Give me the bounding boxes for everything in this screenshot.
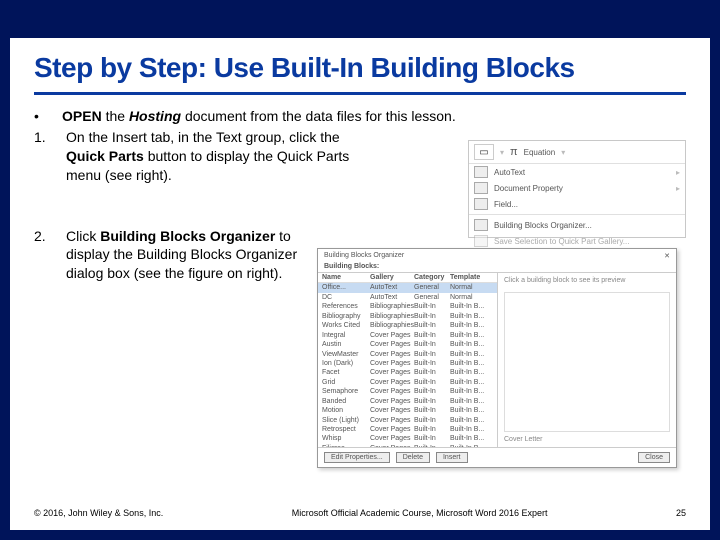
- table-row[interactable]: FacetCover PagesBuilt-InBuilt-In B...: [318, 368, 497, 377]
- table-row[interactable]: RetrospectCover PagesBuilt-InBuilt-In B.…: [318, 425, 497, 434]
- bbo-icon: [474, 219, 488, 231]
- delete-button[interactable]: Delete: [396, 452, 430, 463]
- table-row[interactable]: Slice (Light)Cover PagesBuilt-InBuilt-In…: [318, 416, 497, 425]
- table-row[interactable]: DCAutoTextGeneralNormal: [318, 293, 497, 302]
- menu-item-field[interactable]: Field...: [469, 196, 685, 212]
- open-word: OPEN: [62, 108, 102, 124]
- table-row[interactable]: BibliographyBibliographiesBuilt-InBuilt-…: [318, 312, 497, 321]
- bullet-marker: [34, 107, 62, 126]
- table-row[interactable]: MotionCover PagesBuilt-InBuilt-In B...: [318, 406, 497, 415]
- slide-number: 25: [676, 508, 686, 518]
- slide-content: Step by Step: Use Built-In Building Bloc…: [10, 38, 710, 530]
- preview-hint: Click a building block to see its previe…: [504, 277, 625, 284]
- step-2-text: Click Building Blocks Organizer to displ…: [62, 227, 312, 284]
- pi-icon: π: [510, 146, 518, 158]
- table-row[interactable]: BandedCover PagesBuilt-InBuilt-In B...: [318, 397, 497, 406]
- bullet-open: OPEN the Hosting document from the data …: [34, 107, 686, 126]
- menu-item-docprop[interactable]: Document Property▸: [469, 180, 685, 196]
- docprop-icon: [474, 182, 488, 194]
- quick-parts-menu: ▭ ▾ π Equation ▾ AutoText▸ Document Prop…: [468, 140, 686, 238]
- step-1-text: On the Insert tab, in the Text group, cl…: [62, 128, 372, 185]
- building-blocks-organizer-dialog: Building Blocks Organizer ✕ Building Blo…: [317, 248, 677, 468]
- step-2-pre: Click: [66, 228, 96, 244]
- table-row[interactable]: ReferencesBibliographiesBuilt-InBuilt-In…: [318, 302, 497, 311]
- close-icon[interactable]: ✕: [664, 252, 670, 260]
- dialog-titlebar: Building Blocks Organizer ✕: [318, 249, 676, 263]
- table-row[interactable]: IntegralCover PagesBuilt-InBuilt-In B...: [318, 331, 497, 340]
- preview-caption: Cover Letter: [504, 436, 670, 443]
- bullet-post: document from the data files for this le…: [185, 108, 456, 124]
- dialog-list[interactable]: NameGalleryCategoryTemplateOffice...Auto…: [318, 273, 498, 447]
- menu-item-autotext[interactable]: AutoText▸: [469, 164, 685, 180]
- footer-copyright: © 2016, John Wiley & Sons, Inc.: [34, 508, 163, 518]
- menu-separator: [469, 214, 685, 215]
- table-row[interactable]: AustinCover PagesBuilt-InBuilt-In B...: [318, 340, 497, 349]
- step-2-bold: Building Blocks Organizer: [100, 228, 275, 244]
- menu-item-bbo[interactable]: Building Blocks Organizer...: [469, 217, 685, 233]
- table-row[interactable]: Works CitedBibliographiesBuilt-InBuilt-I…: [318, 321, 497, 330]
- table-row[interactable]: GridCover PagesBuilt-InBuilt-In B...: [318, 378, 497, 387]
- table-row[interactable]: ViewMasterCover PagesBuilt-InBuilt-In B.…: [318, 350, 497, 359]
- slide-footer: © 2016, John Wiley & Sons, Inc. Microsof…: [34, 508, 686, 518]
- footer-course: Microsoft Official Academic Course, Micr…: [292, 508, 548, 518]
- field-icon: [474, 198, 488, 210]
- preview-box: [504, 292, 670, 432]
- table-row[interactable]: Office...AutoTextGeneralNormal: [318, 283, 497, 292]
- menu-label: Save Selection to Quick Part Gallery...: [494, 237, 629, 246]
- dialog-preview: Click a building block to see its previe…: [498, 273, 676, 447]
- list-header: NameGalleryCategoryTemplate: [318, 273, 497, 283]
- dialog-footer: Edit Properties... Delete Insert Close: [318, 447, 676, 467]
- title-underline: [34, 92, 686, 95]
- table-row[interactable]: SemaphoreCover PagesBuilt-InBuilt-In B..…: [318, 387, 497, 396]
- menu-label: Building Blocks Organizer...: [494, 221, 592, 230]
- step-1-pre: On the Insert tab, in the Text group, cl…: [66, 129, 340, 145]
- step-1-num: 1.: [34, 128, 62, 185]
- step-2-num: 2.: [34, 227, 62, 284]
- menu-label: Document Property: [494, 184, 563, 193]
- menu-header: ▭ ▾ π Equation ▾: [469, 141, 685, 164]
- step-1-bold: Quick Parts: [66, 148, 144, 164]
- table-row[interactable]: WhispCover PagesBuilt-InBuilt-In B...: [318, 434, 497, 443]
- menu-item-save[interactable]: Save Selection to Quick Part Gallery...: [469, 233, 685, 249]
- dialog-title: Building Blocks Organizer: [324, 252, 404, 260]
- insert-button[interactable]: Insert: [436, 452, 468, 463]
- save-icon: [474, 235, 488, 247]
- close-button[interactable]: Close: [638, 452, 670, 463]
- equation-label: Equation: [524, 148, 556, 157]
- dialog-subtitle: Building Blocks:: [318, 263, 676, 272]
- edit-properties-button[interactable]: Edit Properties...: [324, 452, 390, 463]
- slide-title: Step by Step: Use Built-In Building Bloc…: [34, 52, 686, 90]
- bullet-text: OPEN the Hosting document from the data …: [62, 107, 686, 126]
- menu-label: Field...: [494, 200, 518, 209]
- autotext-icon: [474, 166, 488, 178]
- menu-label: AutoText: [494, 168, 525, 177]
- hosting-word: Hosting: [129, 108, 181, 124]
- table-row[interactable]: Ion (Dark)Cover PagesBuilt-InBuilt-In B.…: [318, 359, 497, 368]
- dialog-body: NameGalleryCategoryTemplateOffice...Auto…: [318, 272, 676, 447]
- quickparts-glyph-icon: ▭: [474, 144, 494, 160]
